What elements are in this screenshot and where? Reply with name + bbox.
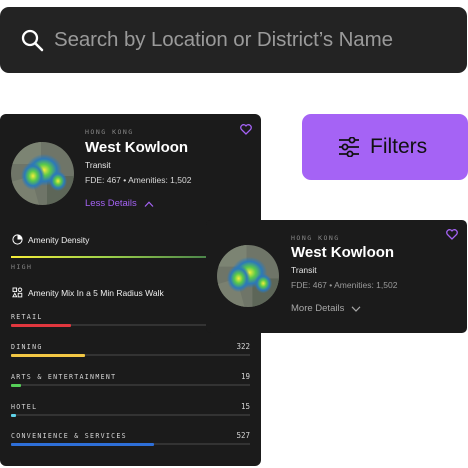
amenity-category: RETAIL (11, 313, 43, 321)
amenity-mix-row: HOTEL 15 (11, 402, 250, 429)
amenity-category: CONVENIENCE & SERVICES (11, 432, 127, 440)
amenity-bar-fill (11, 354, 85, 357)
amenity-category: ARTS & ENTERTAINMENT (11, 373, 117, 381)
amenity-bar-track (11, 384, 250, 386)
amenity-bar-fill (11, 414, 16, 417)
amenity-count: 527 (236, 431, 250, 440)
transit-label: Transit (291, 265, 317, 275)
amenity-mix-icon (12, 287, 23, 298)
favorite-heart-icon[interactable] (240, 124, 252, 135)
amenity-category: HOTEL (11, 403, 38, 411)
amenity-density-icon (12, 234, 23, 245)
district-card-collapsed[interactable]: HONG KONG West Kowloon Transit FDE: 467 … (206, 220, 467, 333)
amenity-count: 322 (236, 342, 250, 351)
district-stats: FDE: 467 • Amenities: 1,502 (291, 280, 398, 290)
search-bar[interactable]: Search by Location or District’s Name (0, 7, 467, 73)
less-details-label: Less Details (85, 198, 137, 209)
more-details-label: More Details (291, 303, 345, 314)
amenity-mix-label: Amenity Mix In a 5 Min Radius Walk (28, 288, 164, 298)
amenity-bar-fill (11, 384, 21, 387)
density-level: HIGH (11, 263, 33, 271)
amenity-bar-track (11, 414, 250, 416)
city-label: HONG KONG (85, 128, 134, 136)
chevron-down-icon (351, 305, 361, 312)
filters-label[interactable]: Filters (370, 114, 427, 180)
amenity-bar-fill (11, 443, 154, 446)
amenity-count: 19 (240, 372, 250, 381)
more-details-toggle[interactable]: More Details (291, 303, 361, 314)
amenity-density-label: Amenity Density (28, 235, 90, 245)
transit-label: Transit (85, 160, 111, 170)
chevron-up-icon (144, 200, 154, 207)
city-label: HONG KONG (291, 234, 340, 242)
district-stats: FDE: 467 • Amenities: 1,502 (85, 175, 192, 185)
less-details-toggle[interactable]: Less Details (85, 198, 154, 209)
amenity-mix-row: ARTS & ENTERTAINMENT 19 (11, 372, 250, 399)
amenity-bar-fill (11, 324, 71, 327)
amenity-mix-row: DINING 322 (11, 342, 250, 369)
search-icon[interactable] (20, 28, 44, 52)
sliders-icon (339, 137, 359, 157)
amenity-count: 15 (240, 402, 250, 411)
amenity-density-bar (11, 256, 221, 258)
search-input[interactable]: Search by Location or District’s Name (54, 7, 393, 73)
amenity-mix-row: CONVENIENCE & SERVICES 527 (11, 431, 250, 458)
district-heatmap-thumbnail (11, 142, 74, 205)
district-heatmap-thumbnail (217, 245, 279, 307)
favorite-heart-icon[interactable] (446, 229, 458, 240)
amenity-category: DINING (11, 343, 43, 351)
district-name: West Kowloon (291, 244, 395, 261)
district-name: West Kowloon (85, 139, 189, 156)
